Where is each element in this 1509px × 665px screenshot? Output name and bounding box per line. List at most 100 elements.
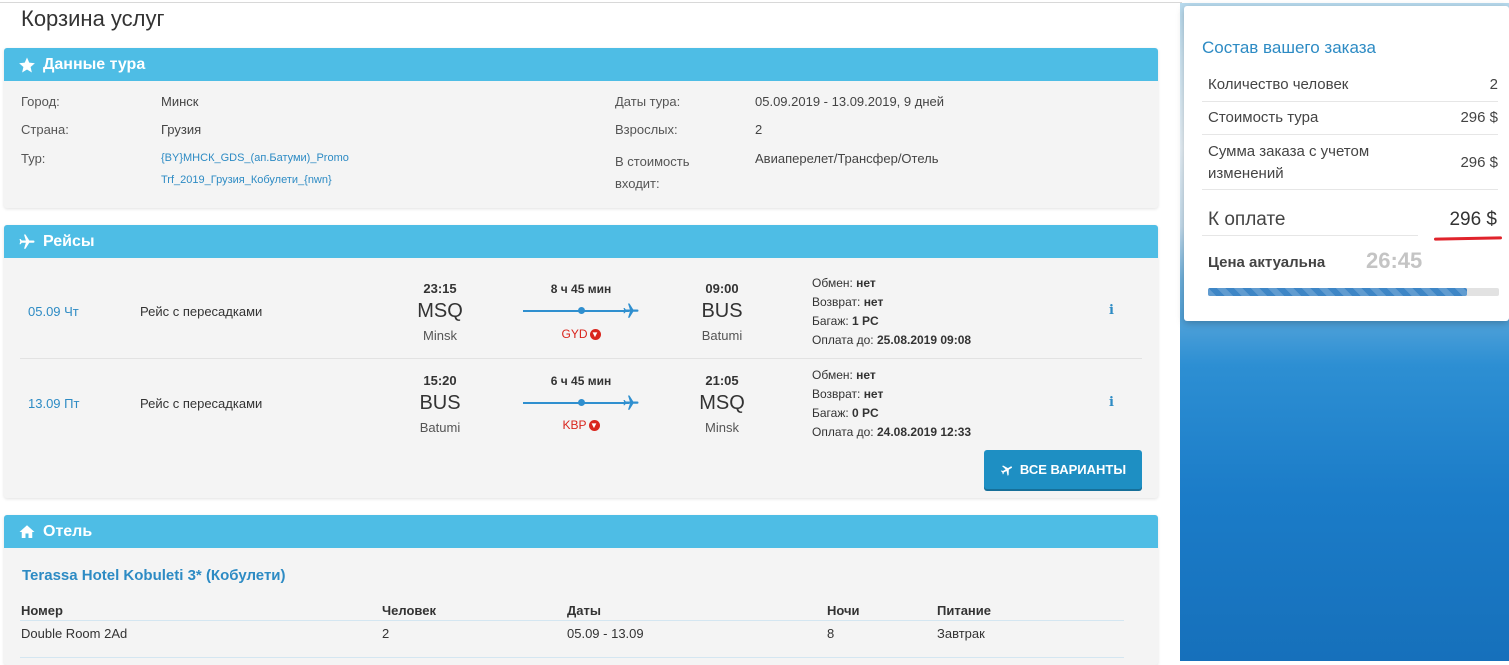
row-divider xyxy=(1202,101,1498,102)
refund-value: нет xyxy=(863,387,884,401)
home-icon xyxy=(18,523,36,541)
baggage-value: 1 PC xyxy=(852,314,879,328)
route-line xyxy=(523,310,629,312)
adults-value: 2 xyxy=(755,122,763,137)
flight-date[interactable]: 13.09 Пт xyxy=(28,396,79,411)
city-label: Город: xyxy=(21,94,60,109)
order-summary-panel: Состав вашего заказа Количество человек … xyxy=(1184,6,1509,321)
total-label-line-1: Сумма заказа с учетом xyxy=(1208,143,1370,160)
transfer-airport[interactable]: GYD ▼ xyxy=(541,327,621,341)
flight-divider xyxy=(20,358,1142,359)
transfer-code: GYD xyxy=(561,327,588,341)
pay-until-label: Оплата до: xyxy=(812,425,874,439)
flight-type: Рейс с пересадками xyxy=(140,304,263,319)
exchange-label: Обмен: xyxy=(812,276,853,290)
total-row: Сумма заказа с учетом изменений 296 $ xyxy=(1202,141,1498,185)
includes-label-line-2: входит: xyxy=(615,176,660,191)
dates-cell: 05.09 - 13.09 xyxy=(567,626,644,641)
all-variants-label: ВСЕ ВАРИАНТЫ xyxy=(1019,462,1127,477)
flight-rules: Обмен: нет Возврат: нет Багаж: 1 PC Опла… xyxy=(812,274,971,350)
table-header-divider xyxy=(20,620,1124,621)
countdown-progress-fill xyxy=(1208,288,1467,296)
info-icon[interactable]: i xyxy=(1109,395,1114,410)
countdown-progress-bar xyxy=(1208,288,1499,296)
exchange-label: Обмен: xyxy=(812,368,853,382)
hotel-panel-title: Отель xyxy=(43,522,93,540)
pay-until-label: Оплата до: xyxy=(812,333,874,347)
hotel-name[interactable]: Terassa Hotel Kobuleti 3* (Кобулети) xyxy=(22,567,286,584)
includes-label-line-1: В стоимость xyxy=(615,154,690,169)
flight-rules: Обмен: нет Возврат: нет Багаж: 0 PC Опла… xyxy=(812,366,971,442)
route-line xyxy=(523,402,629,404)
exchange-value: нет xyxy=(856,368,876,382)
transfer-airport[interactable]: KBP ▼ xyxy=(541,418,621,432)
hotel-panel: Отель xyxy=(4,515,1158,665)
pay-label: К оплате xyxy=(1208,209,1286,230)
departure-code: MSQ xyxy=(417,300,463,322)
people-label: Количество человек xyxy=(1208,76,1349,93)
flight-date[interactable]: 05.09 Чт xyxy=(28,304,79,319)
tour-panel: Данные тура Город: Минск Страна: Грузия … xyxy=(4,48,1158,208)
includes-value: Авиаперелет/Трансфер/Отель xyxy=(755,151,939,166)
info-icon[interactable]: i xyxy=(1109,303,1114,318)
plane-icon xyxy=(621,394,641,417)
tour-panel-header: Данные тура xyxy=(4,48,1158,81)
nights-cell: 8 xyxy=(827,626,835,641)
transfer-code: KBP xyxy=(562,418,587,432)
flight-duration: 8 ч 45 мин xyxy=(550,282,612,296)
flight-duration: 6 ч 45 мин xyxy=(550,374,612,388)
transfer-dot xyxy=(578,307,585,314)
dates-value: 05.09.2019 - 13.09.2019, 9 дней xyxy=(755,94,945,109)
plane-icon xyxy=(1000,463,1014,477)
city-value: Минск xyxy=(161,94,199,109)
page-title: Корзина услуг xyxy=(21,6,165,31)
country-label: Страна: xyxy=(21,122,69,137)
tour-cost-row: Стоимость тура 296 $ xyxy=(1202,109,1498,126)
arrival-code: BUS xyxy=(701,300,743,322)
total-label: Сумма заказа с учетом изменений xyxy=(1202,141,1498,185)
column-header-nights: Ночи xyxy=(827,603,860,618)
row-divider xyxy=(1202,235,1418,236)
exchange-value: нет xyxy=(856,276,876,290)
arrival-city: Minsk xyxy=(705,420,739,435)
plane-icon xyxy=(18,233,36,251)
pay-value: 296 $ xyxy=(1449,209,1497,230)
dates-label: Даты тура: xyxy=(615,94,681,109)
arrival-code: MSQ xyxy=(699,392,745,414)
arrival-city: Batumi xyxy=(701,328,743,343)
price-actual-label: Цена актуальна xyxy=(1208,254,1326,271)
refund-value: нет xyxy=(863,295,884,309)
plane-icon xyxy=(621,302,641,325)
tour-cost-label: Стоимость тура xyxy=(1208,109,1319,126)
tour-name-link[interactable]: {BY}МНСК_GDS_(ап.Батуми)_Promo Trf_2019_… xyxy=(161,147,349,191)
refund-label: Возврат: xyxy=(812,387,861,401)
departure-city: Batumi xyxy=(419,420,461,435)
meals-cell: Завтрак xyxy=(937,626,985,641)
departure-city: Minsk xyxy=(423,328,457,343)
baggage-label: Багаж: xyxy=(812,406,849,420)
departure-time: 23:15 xyxy=(423,281,457,296)
includes-label: В стоимость входит: xyxy=(615,151,689,195)
people-row: Количество человек 2 xyxy=(1202,76,1498,93)
baggage-value: 0 PC xyxy=(852,406,879,420)
star-icon xyxy=(18,56,36,74)
hotel-panel-header: Отель xyxy=(4,515,1158,548)
tour-label: Тур: xyxy=(21,151,46,166)
tour-panel-title: Данные тура xyxy=(43,55,146,73)
table-row-divider xyxy=(20,657,1124,658)
flights-panel-title: Рейсы xyxy=(43,232,95,250)
column-header-meals: Питание xyxy=(937,603,992,618)
all-variants-button[interactable]: ВСЕ ВАРИАНТЫ xyxy=(984,450,1142,489)
room-cell: Double Room 2Ad xyxy=(21,626,128,641)
chevron-down-circle-icon: ▼ xyxy=(588,420,600,432)
order-title: Состав вашего заказа xyxy=(1202,38,1377,57)
departure-time: 15:20 xyxy=(423,373,457,388)
arrival-time: 21:05 xyxy=(705,373,739,388)
chevron-down-circle-icon: ▼ xyxy=(589,329,601,341)
persons-cell: 2 xyxy=(382,626,390,641)
countdown-timer: 26:45 xyxy=(1366,248,1423,273)
pay-underline-annotation xyxy=(1433,236,1503,241)
tour-name-line-2: Trf_2019_Грузия_Кобулети_{nwn} xyxy=(161,174,332,186)
tour-name-line-1: {BY}МНСК_GDS_(ап.Батуми)_Promo xyxy=(161,152,349,164)
people-value: 2 xyxy=(1489,76,1498,93)
